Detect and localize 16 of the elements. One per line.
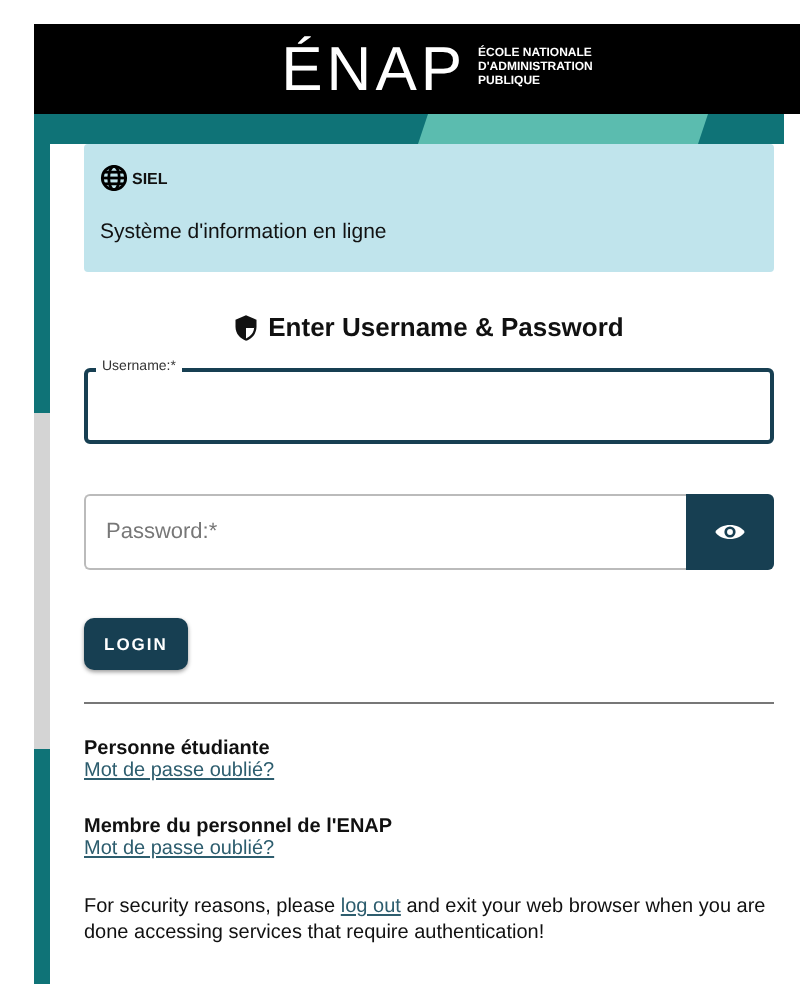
- app-description: Système d'information en ligne: [100, 220, 389, 244]
- app-name: SIEL: [132, 169, 168, 187]
- section-title: Personne étudiante: [84, 738, 272, 760]
- forgot-password-link[interactable]: Mot de passe oublié?: [84, 838, 275, 860]
- logout-link[interactable]: log out: [340, 896, 401, 918]
- login-button[interactable]: LOGIN: [84, 618, 188, 670]
- shield-icon: [234, 313, 259, 341]
- globe-icon: [100, 164, 128, 192]
- security-notice: For security reasons, please log out and exit your web browser when you are done accessing services that require authentication!: [84, 894, 768, 946]
- logo-text: ÉNAP: [281, 38, 467, 100]
- forgot-password-link[interactable]: Mot de passe oublié?: [84, 760, 275, 782]
- section-title: Membre du personnel de l'ENAP: [84, 816, 395, 838]
- password-field[interactable]: Password:*: [84, 494, 686, 570]
- show-password-button[interactable]: [686, 494, 774, 570]
- eye-icon: [714, 520, 746, 544]
- form-heading: Enter Username & Password: [268, 312, 624, 342]
